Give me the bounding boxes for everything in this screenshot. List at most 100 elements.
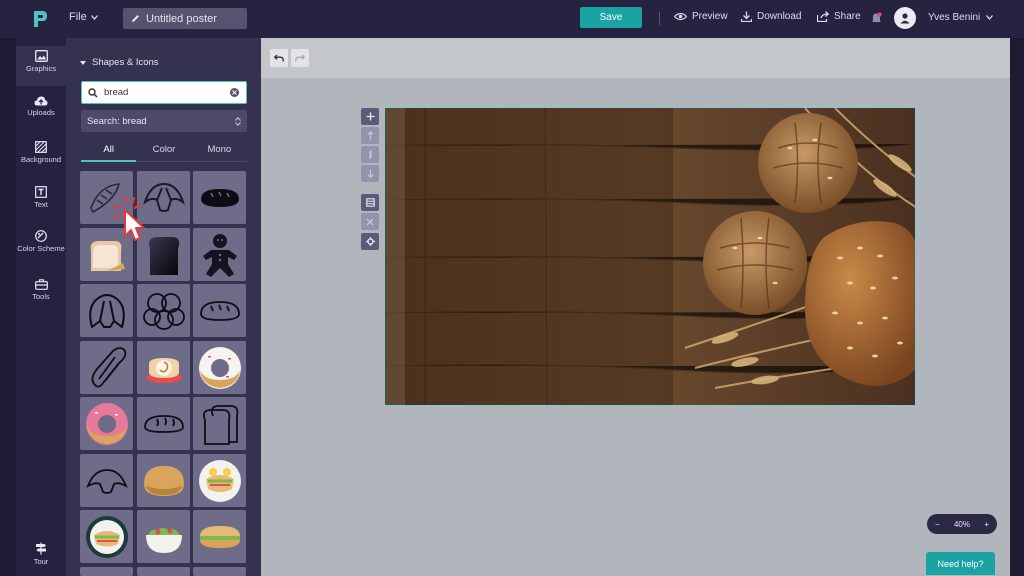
preview-label: Preview [692, 11, 728, 22]
zoom-in-button[interactable]: + [984, 520, 989, 529]
layers-button[interactable] [361, 194, 379, 211]
zoom-level: 40% [953, 519, 970, 529]
share-button[interactable]: Share [817, 11, 861, 22]
layers-icon [365, 198, 375, 207]
sub-sandwich-icon[interactable] [193, 510, 246, 563]
donut-pink-icon[interactable] [80, 397, 133, 450]
sandwich-dark-plate-icon[interactable] [80, 510, 133, 563]
result-tile-partial[interactable] [80, 567, 133, 576]
bread-roll-cluster-icon[interactable] [137, 284, 190, 337]
signpost-icon [36, 542, 46, 555]
chevron-down-icon [986, 15, 994, 20]
user-avatar[interactable] [894, 7, 916, 29]
toolbox-icon [34, 279, 48, 290]
croissant-icon[interactable] [80, 284, 133, 337]
gingerbread-man-icon[interactable] [193, 228, 246, 281]
move-up-button[interactable] [361, 127, 379, 144]
preview-button[interactable]: Preview [674, 11, 728, 22]
panel-section-toggle[interactable]: Shapes & Icons [80, 57, 159, 68]
nav-label: Uploads [27, 108, 55, 117]
search-scope-select[interactable]: Search: bread [81, 110, 247, 132]
tab-mono[interactable]: Mono [191, 138, 247, 162]
poster-canvas[interactable] [384, 107, 916, 406]
share-label: Share [834, 11, 861, 22]
zoom-out-button[interactable]: − [935, 520, 940, 529]
mouse-pointer-icon [112, 195, 145, 241]
nav-label: Background [20, 155, 62, 164]
croissant-outline-small-icon[interactable] [80, 454, 133, 507]
tab-all[interactable]: All [81, 138, 137, 162]
top-bar: File Untitled poster Save Preview Downlo… [0, 0, 1024, 38]
bread-loaf-outline-icon[interactable] [193, 284, 246, 337]
cloud-upload-icon [34, 96, 48, 106]
bread-slices-icon[interactable] [193, 397, 246, 450]
add-element-button[interactable] [361, 108, 379, 125]
nav-item-color-scheme[interactable]: Color Scheme [16, 230, 66, 253]
undo-icon [274, 54, 284, 62]
chevron-down-icon [90, 14, 98, 20]
nav-item-text[interactable]: Text [16, 186, 66, 209]
palette-icon [35, 230, 47, 242]
background-pattern-icon [35, 141, 47, 153]
nav-item-tools[interactable]: Tools [16, 279, 66, 301]
canvas-workspace: − 40% + Need help? [261, 38, 1010, 576]
tour-label: Tour [33, 557, 49, 566]
file-menu-label: File [69, 11, 87, 23]
donut-vanilla-icon[interactable] [193, 341, 246, 394]
settings-button[interactable] [361, 233, 379, 250]
layer-button[interactable] [361, 146, 379, 163]
nav-item-background[interactable]: Background [16, 141, 66, 164]
need-help-button[interactable]: Need help? [926, 552, 995, 575]
document-title: Untitled poster [146, 12, 217, 25]
toolbar-divider [659, 12, 660, 25]
bread-bun-icon[interactable] [137, 454, 190, 507]
search-box [81, 81, 247, 104]
nav-label: Color Scheme [17, 244, 65, 253]
undo-button[interactable] [270, 49, 288, 67]
download-label: Download [757, 11, 802, 22]
app-logo-icon[interactable] [31, 8, 49, 30]
sandwich-plate-icon[interactable] [193, 454, 246, 507]
result-tile-partial[interactable] [137, 567, 190, 576]
result-tile-partial[interactable] [193, 567, 246, 576]
user-name-label: Yves Benini [928, 12, 981, 23]
bread-roll-outline-icon[interactable] [137, 397, 190, 450]
redo-button[interactable] [291, 49, 309, 67]
notification-bell-icon[interactable] [871, 12, 882, 24]
search-input[interactable] [104, 87, 224, 98]
delete-button[interactable] [361, 213, 379, 230]
pencil-icon [132, 15, 139, 22]
document-title-field[interactable]: Untitled poster [123, 8, 247, 29]
zoom-control: − 40% + [927, 514, 997, 534]
shapes-panel: Shapes & Icons Search: bread All Color M… [66, 38, 261, 576]
left-navigation: Graphics Uploads Background Text Color S… [16, 38, 66, 576]
layer-icon [369, 150, 371, 159]
poster-background-image[interactable] [385, 108, 916, 406]
swiss-roll-icon[interactable] [137, 341, 190, 394]
bread-loaf-silhouette-icon[interactable] [193, 171, 246, 224]
sort-arrows-icon [235, 116, 241, 126]
download-button[interactable]: Download [741, 11, 801, 22]
filter-tabs: All Color Mono [81, 138, 247, 162]
user-menu[interactable]: Yves Benini [928, 12, 994, 23]
nav-item-graphics[interactable]: Graphics [16, 46, 66, 86]
tab-color[interactable]: Color [136, 138, 192, 162]
panel-heading: Shapes & Icons [92, 57, 159, 68]
salad-bowl-icon[interactable] [137, 510, 190, 563]
hot-dog-bun-icon[interactable] [80, 341, 133, 394]
search-scope-label: Search: bread [87, 115, 147, 127]
nav-item-tour[interactable]: Tour [16, 542, 66, 566]
share-icon [817, 11, 829, 22]
caret-down-icon [80, 60, 86, 65]
move-down-button[interactable] [361, 165, 379, 182]
image-icon [34, 50, 48, 62]
eye-icon [674, 12, 687, 21]
window-edge [1010, 38, 1024, 576]
arrow-down-icon [366, 169, 374, 178]
clear-search-button[interactable] [230, 88, 239, 97]
nav-label: Text [34, 200, 48, 209]
save-button[interactable]: Save [580, 7, 642, 28]
close-icon [232, 90, 237, 95]
nav-item-uploads[interactable]: Uploads [16, 96, 66, 117]
file-menu[interactable]: File [69, 11, 98, 23]
